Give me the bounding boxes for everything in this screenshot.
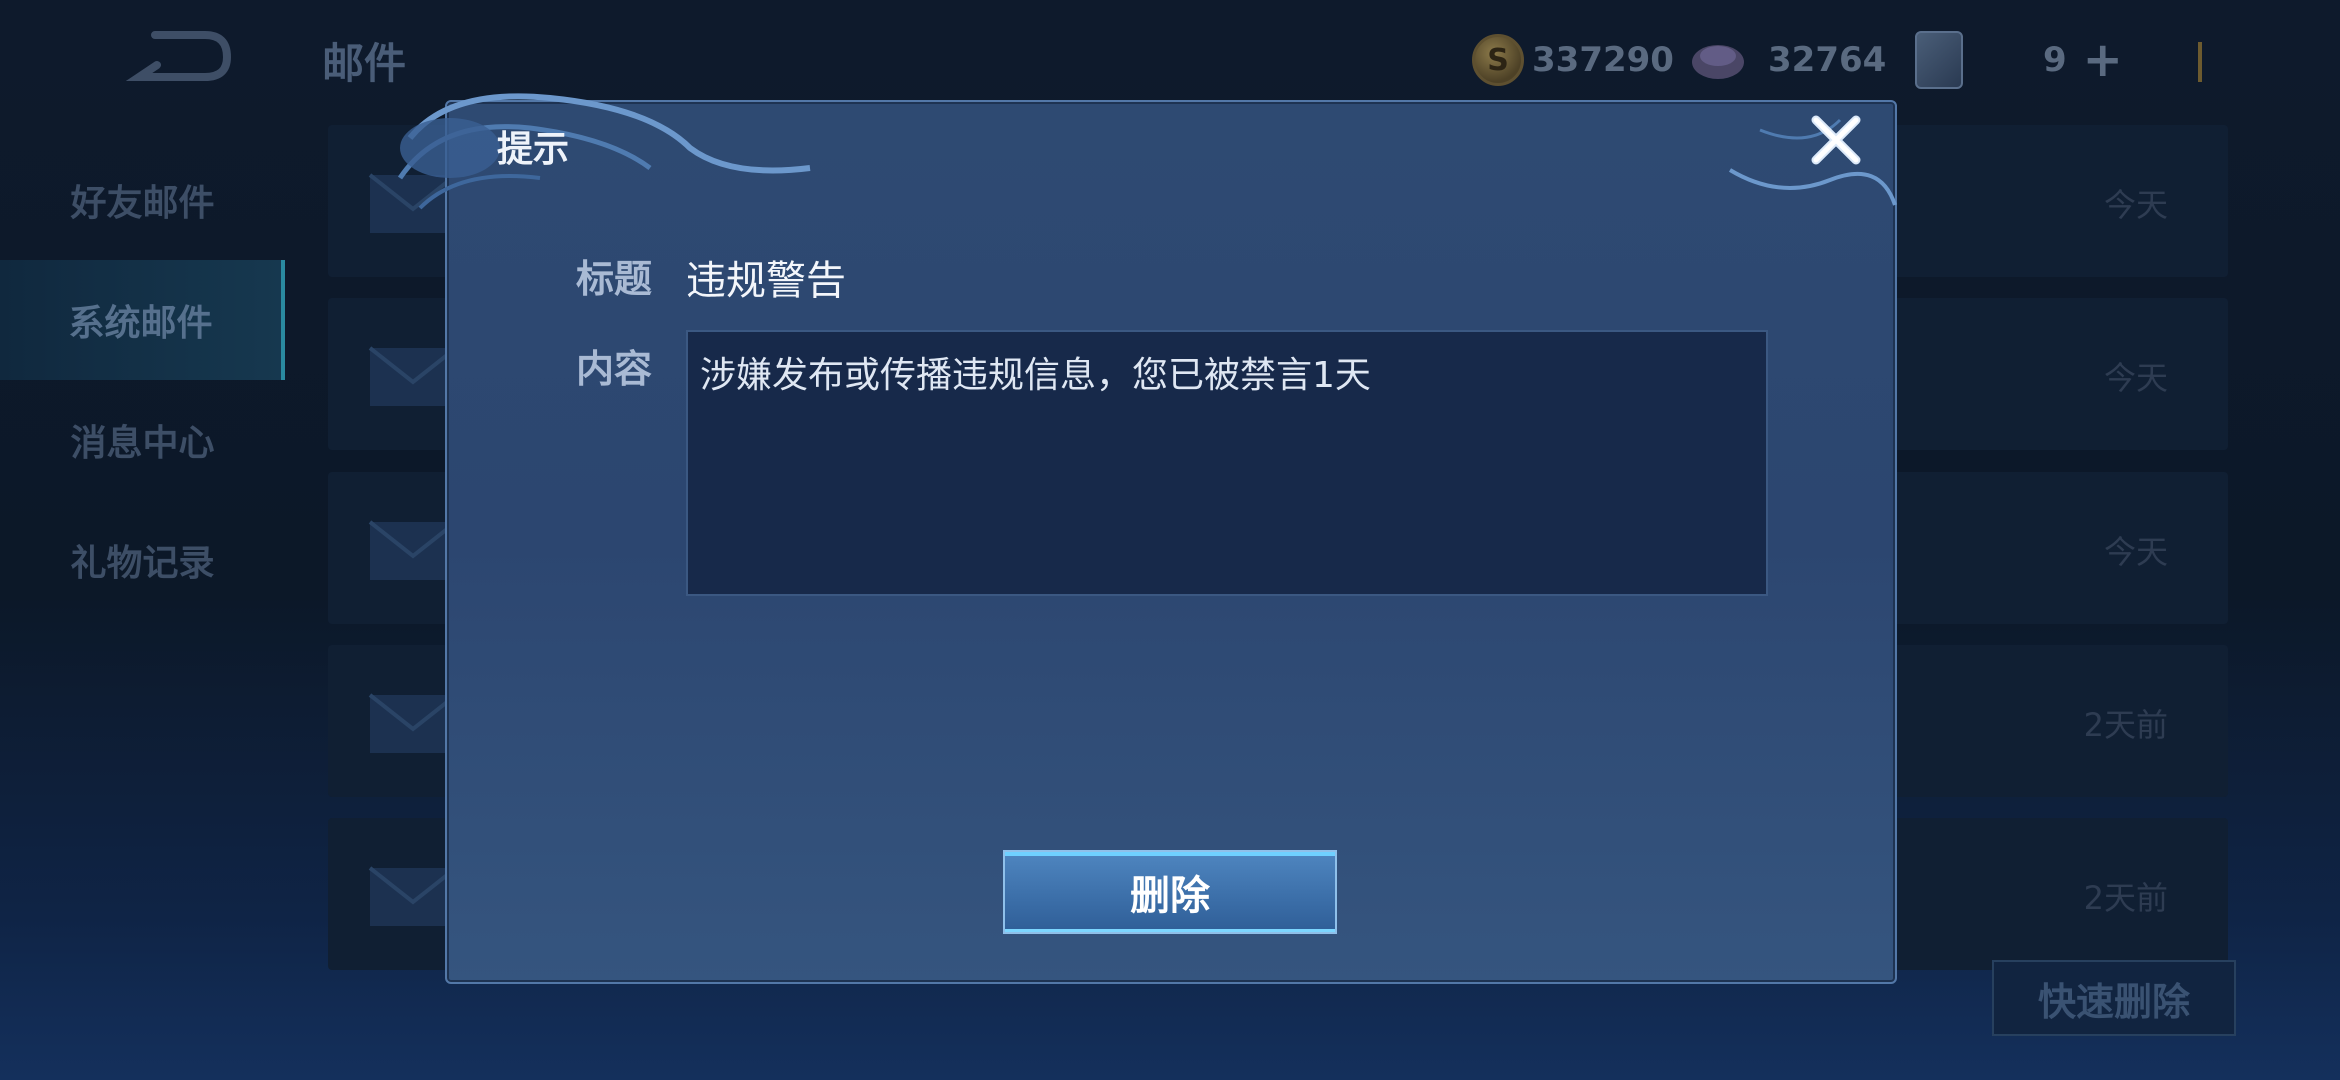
swirl-ornament-icon <box>397 93 811 210</box>
card-counter: 9 + <box>1915 30 2123 90</box>
close-icon <box>1811 115 1861 165</box>
mail-date: 今天 <box>2103 359 2168 397</box>
subject-value: 违规警告 <box>686 258 846 304</box>
sidebar-item-system-mail[interactable]: 系统邮件 <box>0 260 285 380</box>
mail-date: 2天前 <box>2083 706 2168 744</box>
flag-icon[interactable] <box>2198 42 2226 82</box>
diamond-icon <box>1692 45 1744 79</box>
subject-label: 标题 <box>576 257 653 301</box>
sidebar-item-message-center[interactable]: 消息中心 <box>0 380 285 500</box>
close-button[interactable] <box>1806 110 1866 170</box>
back-arrow-icon[interactable] <box>125 25 235 85</box>
dialog-title: 提示 <box>497 129 570 170</box>
delete-button[interactable]: 删除 <box>1003 850 1337 934</box>
plus-icon[interactable]: + <box>2083 32 2123 88</box>
quick-delete-button[interactable]: 快速删除 <box>1992 960 2236 1036</box>
gold-value: 337290 <box>1532 40 1674 80</box>
diamond-counter: 32764 <box>1690 30 1886 90</box>
sidebar-item-friend-mail[interactable]: 好友邮件 <box>0 140 285 260</box>
mail-date: 2天前 <box>2083 879 2168 917</box>
gold-coin-icon: S <box>1472 34 1524 86</box>
card-value: 9 <box>2043 40 2067 80</box>
mail-date: 今天 <box>2103 533 2168 571</box>
content-label: 内容 <box>576 347 653 391</box>
sidebar-item-gift-records[interactable]: 礼物记录 <box>0 500 285 620</box>
content-textarea: 涉嫌发布或传播违规信息，您已被禁言1天 <box>686 330 1768 596</box>
gold-counter: S 337290 <box>1472 30 1674 90</box>
diamond-value: 32764 <box>1768 40 1887 80</box>
sidebar: 好友邮件 系统邮件 消息中心 礼物记录 <box>0 140 285 620</box>
mail-date: 今天 <box>2103 186 2168 224</box>
card-icon <box>1915 31 1963 89</box>
content-text: 涉嫌发布或传播违规信息，您已被禁言1天 <box>700 355 1371 396</box>
